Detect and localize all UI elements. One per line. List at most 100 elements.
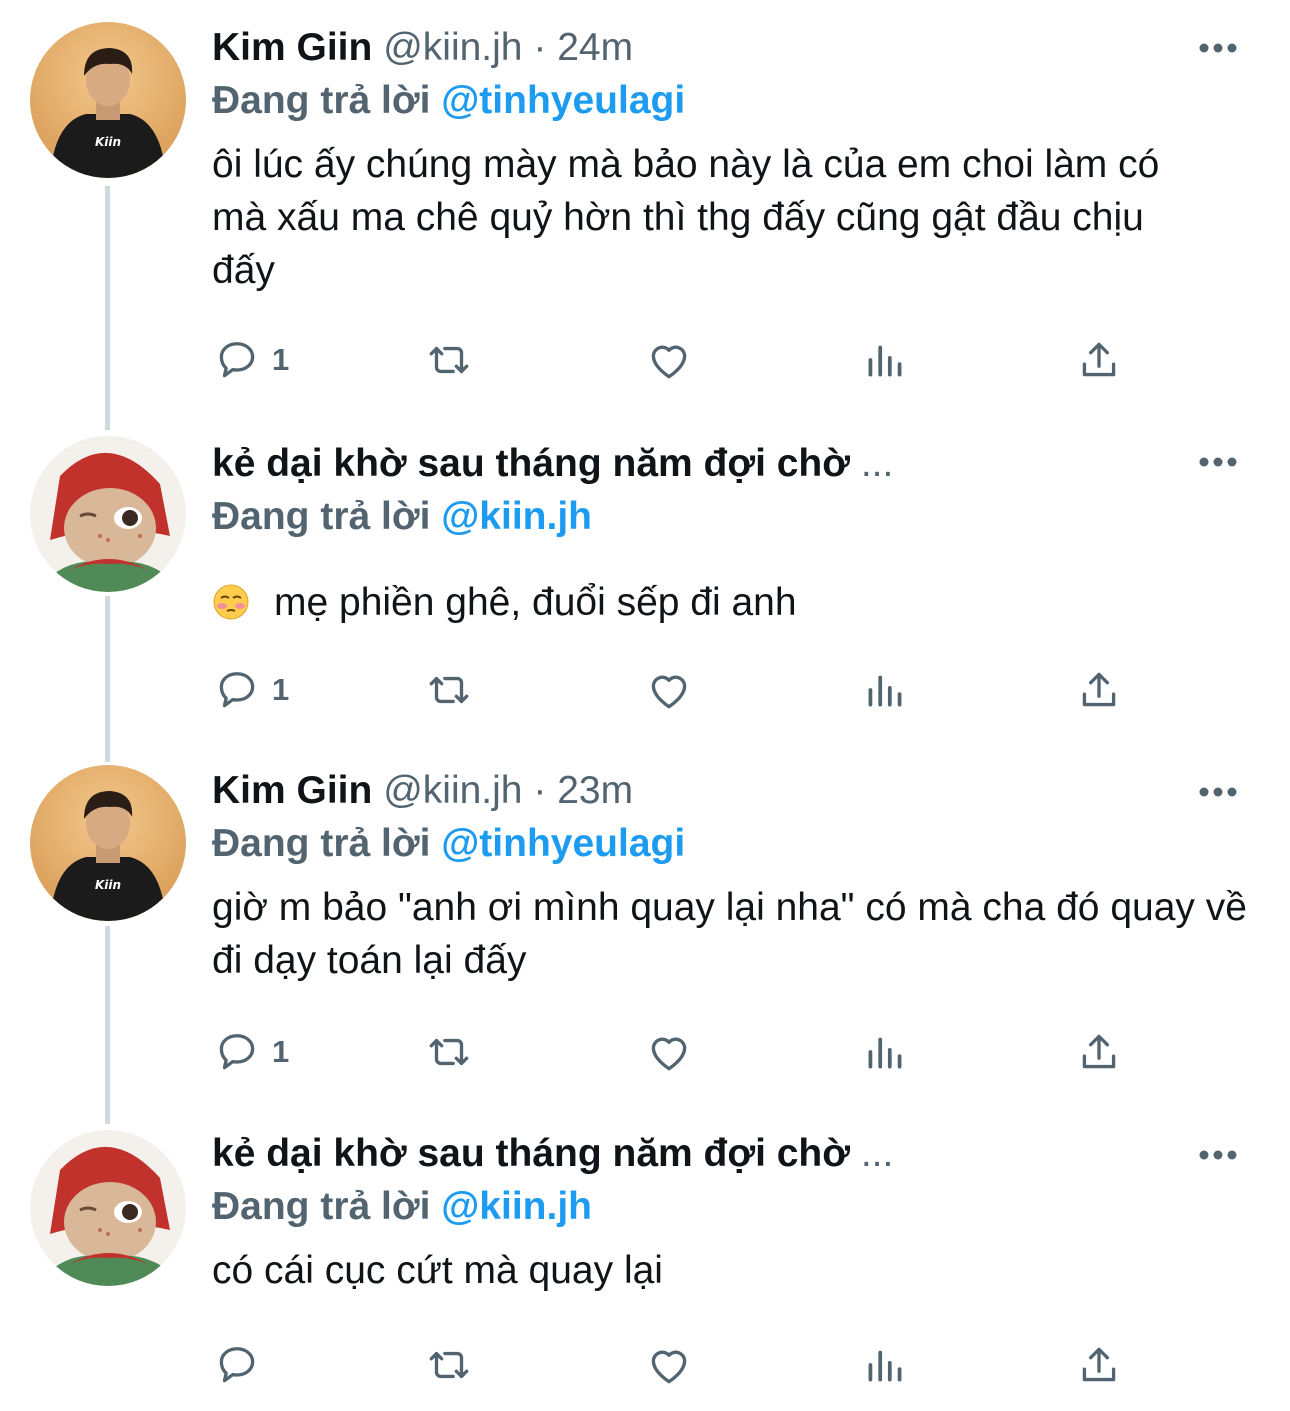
replying-to: Đang trả lời @tinhyeulagi [212,819,1250,869]
more-icon [1199,457,1237,467]
retweet-button[interactable] [424,1027,474,1077]
display-name[interactable]: kẻ dại khờ sau tháng năm đợi chờ [212,1132,850,1175]
timestamp[interactable]: 23m [557,769,633,812]
more-button[interactable] [1198,42,1238,54]
share-icon [1082,1347,1116,1382]
like-button[interactable] [644,1340,694,1390]
reply-button[interactable]: 1 [212,1027,289,1077]
like-icon [651,675,687,709]
svg-text:Kiin: Kiin [95,878,121,892]
tweet[interactable]: Kiin Kim Giin @kiin.jh · 24m Đang trả lờ… [0,0,1290,410]
tweet-text: có cái cục cứt mà quay lại [212,1249,663,1292]
flushed-face-emoji [212,582,250,620]
share-icon [1082,672,1116,707]
reply-count: 1 [272,672,290,707]
avatar-kim-giin: Kiin [30,765,186,921]
timestamp[interactable]: 24m [557,26,633,69]
retweet-icon [429,346,469,374]
reply-icon [219,672,255,708]
action-bar: 1 [212,665,1152,715]
reply-button[interactable]: 1 [212,335,289,385]
share-button[interactable] [1074,1027,1124,1077]
retweet-button[interactable] [424,665,474,715]
replying-prefix: Đang trả lời [212,495,431,538]
tweet-header: Kim Giin @kiin.jh · 23m [212,767,1250,815]
avatar-kim-giin: Kiin [30,22,186,178]
reply-count: 1 [272,1034,290,1069]
views-icon [868,1037,902,1069]
share-icon [1082,342,1116,377]
name-truncation: ... [860,442,894,485]
reply-button[interactable]: 1 [212,665,289,715]
avatar[interactable]: Kiin [30,22,186,178]
like-icon [651,345,687,379]
retweet-icon [429,1038,469,1066]
user-handle[interactable]: @kiin.jh [383,26,522,69]
user-handle[interactable]: @kiin.jh [383,769,522,812]
reply-icon [219,342,255,378]
more-button[interactable] [1198,786,1238,798]
more-button[interactable] [1198,456,1238,468]
tweet-text-container: mẹ phiền ghê, đuổi sếp đi anh [212,576,1250,629]
replying-to: Đang trả lời @tinhyeulagi [212,76,1250,126]
like-icon [651,1037,687,1071]
views-button[interactable] [860,665,910,715]
views-icon [868,675,902,707]
more-icon [1199,43,1237,53]
views-button[interactable] [860,335,910,385]
views-icon [868,345,902,377]
tweet-header: kẻ dại khờ sau tháng năm đợi chờ ... [212,1130,1250,1178]
name-truncation: ... [860,1132,894,1175]
avatar[interactable] [30,1130,186,1286]
more-icon [1199,1150,1237,1160]
tweet-text: giờ m bảo "anh ơi mình quay lại nha" có … [212,886,1247,982]
avatar-doll [30,436,186,592]
tweet-header: Kim Giin @kiin.jh · 24m [212,24,1250,72]
display-name[interactable]: Kim Giin [212,769,372,812]
replying-prefix: Đang trả lời [212,79,431,122]
mention-link[interactable]: @tinhyeulagi [441,822,685,865]
action-bar [212,1340,1152,1390]
tweet[interactable]: kẻ dại khờ sau tháng năm đợi chờ ... Đan… [0,1110,1290,1411]
action-bar: 1 [212,335,1152,385]
retweet-icon [429,1351,469,1379]
mention-link[interactable]: @tinhyeulagi [441,79,685,122]
retweet-button[interactable] [424,1340,474,1390]
share-button[interactable] [1074,665,1124,715]
share-button[interactable] [1074,335,1124,385]
display-name[interactable]: kẻ dại khờ sau tháng năm đợi chờ [212,442,850,485]
reply-button[interactable] [212,1340,272,1390]
replying-to: Đang trả lời @kiin.jh [212,1182,1250,1232]
like-icon [651,1350,687,1384]
retweet-button[interactable] [424,335,474,385]
svg-text:Kiin: Kiin [95,135,121,149]
mention-link[interactable]: @kiin.jh [441,1185,592,1228]
like-button[interactable] [644,665,694,715]
tweet-header: kẻ dại khờ sau tháng năm đợi chờ ... [212,440,1250,488]
like-button[interactable] [644,1027,694,1077]
reply-icon [219,1034,255,1070]
replying-prefix: Đang trả lời [212,822,431,865]
share-button[interactable] [1074,1340,1124,1390]
replying-to: Đang trả lời @kiin.jh [212,492,1250,542]
more-icon [1199,787,1237,797]
separator: · [533,26,547,69]
share-icon [1082,1034,1116,1069]
avatar[interactable]: Kiin [30,765,186,921]
avatar[interactable] [30,436,186,592]
reply-count: 1 [272,342,290,377]
display-name[interactable]: Kim Giin [212,26,372,69]
reply-icon [219,1347,255,1383]
mention-link[interactable]: @kiin.jh [441,495,592,538]
replying-prefix: Đang trả lời [212,1185,431,1228]
more-button[interactable] [1198,1149,1238,1161]
like-button[interactable] [644,335,694,385]
avatar-doll [30,1130,186,1286]
tweet-text: mẹ phiền ghê, đuổi sếp đi anh [274,581,797,624]
action-bar: 1 [212,1027,1152,1077]
separator: · [533,769,547,812]
tweet[interactable]: Kiin Kim Giin @kiin.jh · 23m Đang trả lờ… [0,745,1290,1110]
views-button[interactable] [860,1340,910,1390]
tweet[interactable]: kẻ dại khờ sau tháng năm đợi chờ ... Đan… [0,410,1290,745]
views-button[interactable] [860,1027,910,1077]
